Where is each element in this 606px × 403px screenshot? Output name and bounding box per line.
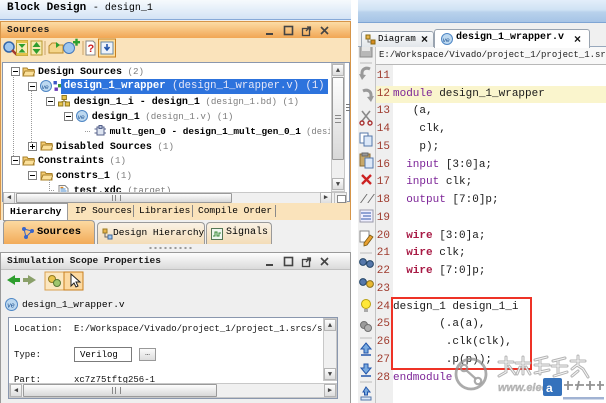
svg-text:a: a [546,381,553,395]
svg-text:www.elec: www.elec [498,382,548,394]
